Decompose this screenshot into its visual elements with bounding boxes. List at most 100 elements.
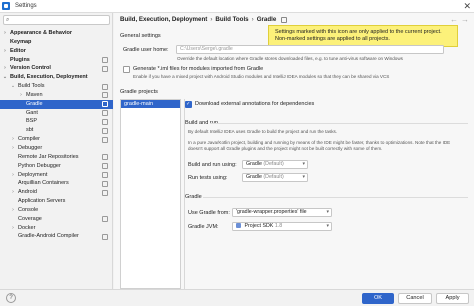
sidebar-item-label: Deployment bbox=[18, 171, 48, 178]
project-level-marker-icon bbox=[102, 101, 108, 108]
breadcrumb-item[interactable]: Build Tools bbox=[215, 16, 248, 23]
sidebar-item-gant[interactable]: Gant bbox=[0, 109, 113, 118]
sidebar-item-build-execution-deployment[interactable]: ⌄ Build, Execution, Deployment bbox=[0, 73, 113, 82]
sidebar-item-build-tools[interactable]: ⌄ Build Tools bbox=[0, 82, 113, 91]
cancel-button[interactable]: Cancel bbox=[398, 293, 432, 304]
back-arrow-icon[interactable]: ← bbox=[450, 15, 458, 24]
build-run-hint: By default IntelliJ IDEA uses Gradle to … bbox=[188, 129, 338, 134]
sidebar-item-label: Gradle-Android Compiler bbox=[18, 233, 79, 240]
gradle-section-title: Gradle bbox=[185, 194, 202, 200]
build-run-optimization-hint: In a pure Java/Kotlin project, building … bbox=[188, 140, 451, 151]
chevron-right-icon[interactable]: › bbox=[2, 47, 8, 56]
sidebar-item-gradle[interactable]: Gradle bbox=[0, 99, 113, 109]
gradle-projects-list: gradle-main bbox=[120, 99, 181, 289]
chevron-down-icon[interactable]: ⌄ bbox=[10, 82, 16, 91]
gradle-jvm-version: 1.8 bbox=[274, 223, 283, 229]
use-gradle-from-label: Use Gradle from: bbox=[188, 210, 230, 216]
chevron-down-icon: ▾ bbox=[326, 223, 329, 229]
chevron-down-icon: ▾ bbox=[326, 209, 329, 215]
sidebar-item-remote-jar-repositories[interactable]: Remote Jar Repositories bbox=[0, 153, 113, 162]
run-tests-using-label: Run tests using: bbox=[188, 175, 228, 181]
sidebar-item-bsp[interactable]: BSP bbox=[0, 117, 113, 126]
section-divider bbox=[203, 197, 468, 198]
sidebar-item-python-debugger[interactable]: Python Debugger bbox=[0, 162, 113, 171]
window-title: Settings bbox=[15, 3, 37, 9]
gradle-jvm-select[interactable]: Project SDK 1.8 ▾ bbox=[232, 222, 332, 231]
sidebar-item-label: Appearance & Behavior bbox=[10, 30, 73, 36]
chevron-right-icon[interactable]: › bbox=[18, 91, 24, 100]
download-annotations-checkbox[interactable]: ✓ bbox=[185, 101, 192, 108]
forward-arrow-icon[interactable]: → bbox=[461, 15, 469, 24]
project-level-marker-icon bbox=[102, 118, 108, 125]
generate-iml-checkbox[interactable] bbox=[123, 66, 130, 73]
sidebar-item-label: Keymap bbox=[10, 38, 32, 45]
project-level-marker-icon bbox=[102, 83, 108, 90]
project-marker-tooltip: Settings marked with this icon are only … bbox=[268, 25, 458, 47]
sidebar-item-label: Coverage bbox=[18, 215, 42, 222]
sidebar-item-coverage[interactable]: Coverage bbox=[0, 215, 113, 224]
sidebar-item-editor[interactable]: › Editor bbox=[0, 47, 113, 56]
sidebar-item-gradle-android-compiler[interactable]: Gradle-Android Compiler bbox=[0, 232, 113, 241]
gradle-projects-title: Gradle projects bbox=[120, 89, 158, 95]
sidebar-item-label: Debugger bbox=[18, 144, 43, 151]
project-level-marker-icon bbox=[102, 180, 108, 187]
sidebar-item-docker[interactable]: › Docker bbox=[0, 224, 113, 233]
sidebar-item-label: Application Servers bbox=[18, 198, 66, 205]
sidebar-item-debugger[interactable]: › Debugger bbox=[0, 144, 113, 153]
gradle-project-item[interactable]: gradle-main bbox=[121, 100, 180, 108]
chevron-right-icon[interactable]: › bbox=[10, 188, 16, 197]
sidebar-item-deployment[interactable]: › Deployment bbox=[0, 171, 113, 180]
project-level-marker-icon bbox=[102, 216, 108, 223]
sidebar-item-android[interactable]: › Android bbox=[0, 188, 113, 197]
sidebar-item-keymap[interactable]: Keymap bbox=[0, 38, 113, 47]
run-tests-using-select[interactable]: Gradle (Default) ▾ bbox=[242, 173, 308, 182]
use-gradle-from-select[interactable]: 'gradle-wrapper.properties' file ▾ bbox=[232, 208, 332, 217]
project-level-marker-icon bbox=[281, 16, 288, 23]
gradle-user-home-hint: Override the default location where Grad… bbox=[177, 56, 403, 61]
settings-tree: › Appearance & Behavior Keymap › Editor Plugi… bbox=[0, 29, 113, 241]
dialog-footer: ? OK Cancel Apply bbox=[0, 289, 474, 306]
sidebar-item-maven[interactable]: › Maven bbox=[0, 91, 113, 100]
sidebar-item-label: sbt bbox=[26, 127, 34, 134]
sidebar-item-sbt[interactable]: sbt bbox=[0, 126, 113, 135]
apply-button[interactable]: Apply bbox=[436, 293, 469, 304]
search-icon: ⌕ bbox=[6, 16, 10, 23]
chevron-right-icon[interactable]: › bbox=[10, 144, 16, 153]
sidebar-item-plugins[interactable]: Plugins bbox=[0, 56, 113, 65]
chevron-right-icon[interactable]: › bbox=[2, 64, 8, 73]
sdk-icon bbox=[236, 223, 241, 229]
build-run-using-select[interactable]: Gradle (Default) ▾ bbox=[242, 160, 308, 169]
gradle-jvm-value: Project SDK bbox=[244, 223, 274, 229]
ok-button[interactable]: OK bbox=[362, 293, 394, 304]
chevron-right-icon[interactable]: › bbox=[10, 224, 16, 233]
gradle-user-home-field[interactable]: C:\Users\Serge\.gradle bbox=[176, 45, 444, 54]
sidebar-item-appearance-behavior[interactable]: › Appearance & Behavior bbox=[0, 29, 113, 38]
settings-search[interactable]: ⌕ bbox=[3, 15, 110, 25]
sidebar-item-version-control[interactable]: › Version Control bbox=[0, 64, 113, 73]
breadcrumb-item[interactable]: Build, Execution, Deployment bbox=[120, 16, 207, 23]
sidebar-item-label: Maven bbox=[26, 91, 43, 98]
sidebar-item-label: Arquillian Containers bbox=[18, 180, 69, 187]
project-level-marker-icon bbox=[102, 136, 108, 143]
settings-main-panel: Build, Execution, Deployment › Build Too… bbox=[114, 13, 474, 289]
chevron-right-icon[interactable]: › bbox=[10, 171, 16, 180]
window-titlebar: Settings ✕ bbox=[0, 0, 474, 13]
chevron-down-icon[interactable]: ⌄ bbox=[2, 73, 8, 82]
help-icon[interactable]: ? bbox=[6, 293, 16, 303]
chevron-right-icon[interactable]: › bbox=[10, 135, 16, 144]
gradle-jvm-label: Gradle JVM: bbox=[188, 224, 219, 230]
build-run-using-label: Build and run using: bbox=[188, 162, 237, 168]
chevron-right-icon[interactable]: › bbox=[2, 29, 8, 38]
sidebar-item-arquillian-containers[interactable]: Arquillian Containers bbox=[0, 179, 113, 188]
sidebar-item-compiler[interactable]: › Compiler bbox=[0, 135, 113, 144]
project-level-marker-icon bbox=[102, 110, 108, 117]
project-level-marker-icon bbox=[102, 57, 108, 64]
chevron-right-icon[interactable]: › bbox=[10, 206, 16, 215]
close-icon[interactable]: ✕ bbox=[463, 1, 471, 11]
sidebar-item-application-servers[interactable]: Application Servers bbox=[0, 197, 113, 206]
chevron-down-icon: ▾ bbox=[302, 174, 305, 180]
search-input[interactable] bbox=[11, 17, 102, 23]
gradle-user-home-label: Gradle user home: bbox=[123, 47, 169, 53]
run-tests-using-default: (Default) bbox=[263, 174, 284, 180]
sidebar-item-console[interactable]: › Console bbox=[0, 206, 113, 215]
